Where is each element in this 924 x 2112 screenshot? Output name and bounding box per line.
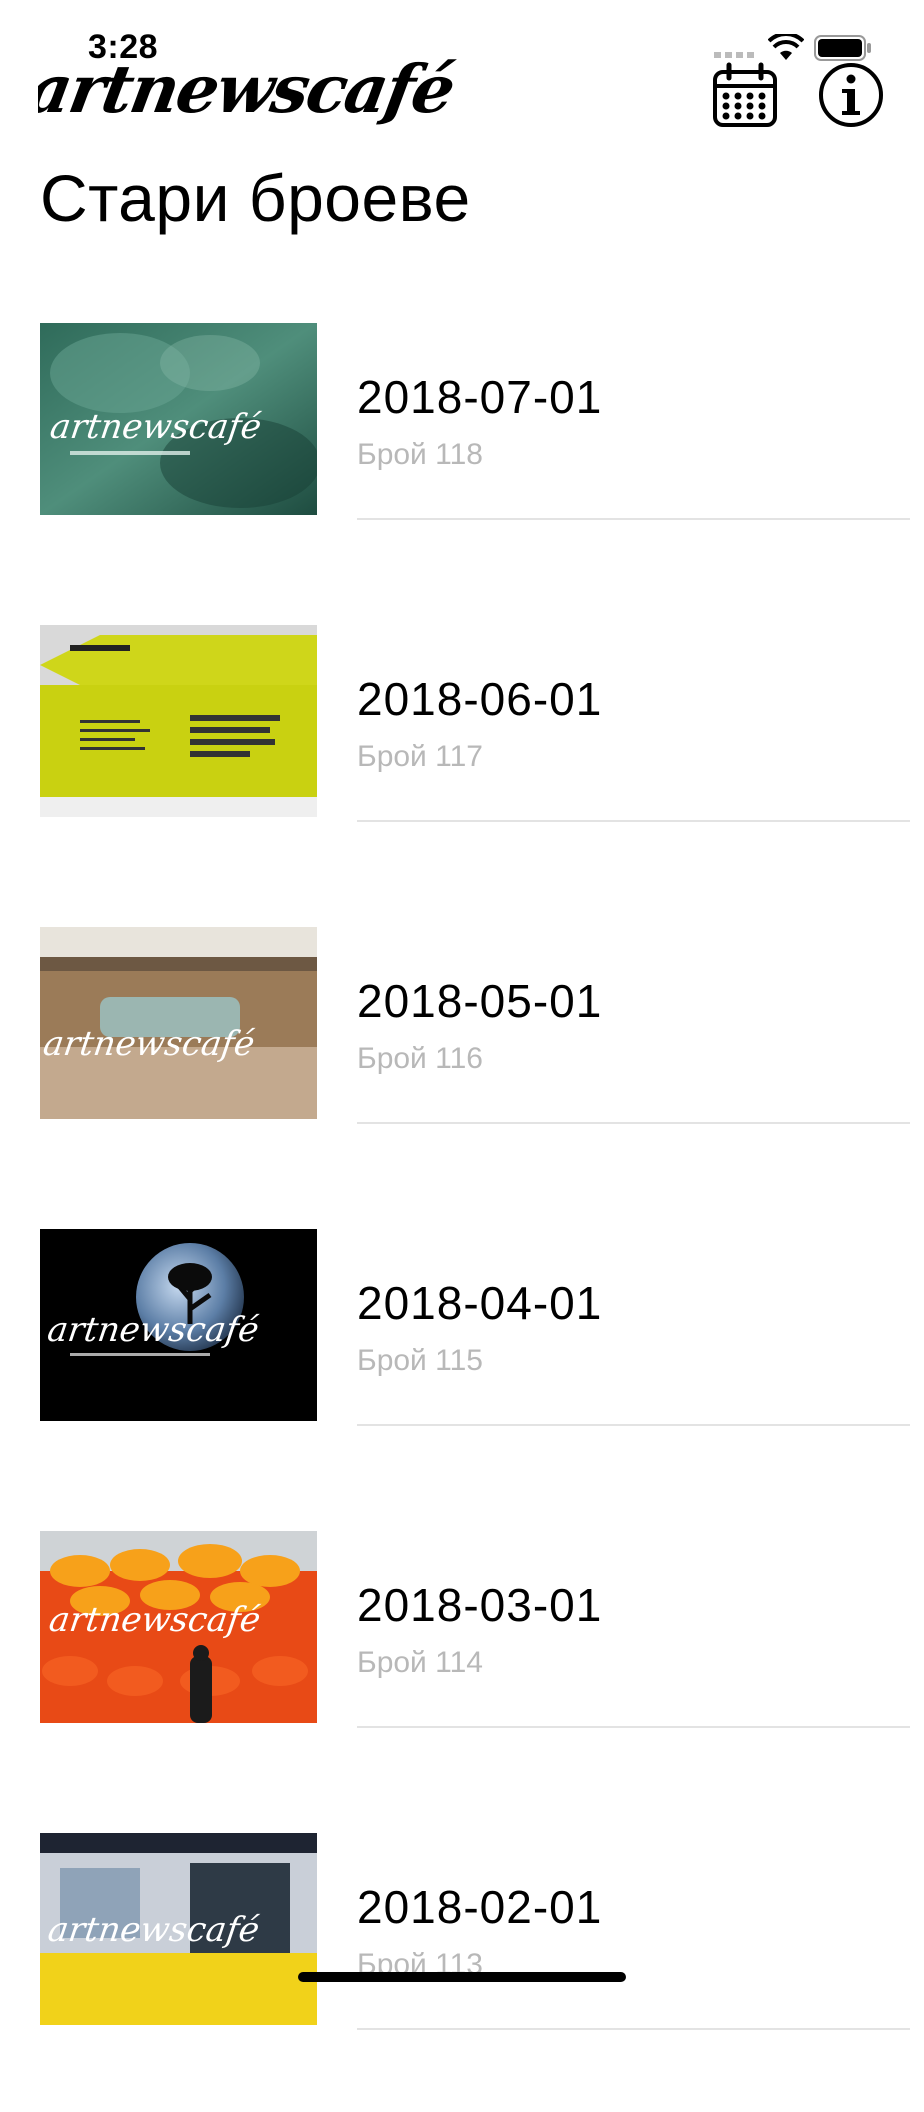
cover-thumbnail: artnewscafé	[40, 1531, 317, 1723]
home-indicator[interactable]	[298, 1972, 626, 1982]
list-item[interactable]: artnewscafé 2018-02-01 Брой 113	[0, 1810, 924, 2112]
issue-date: 2018-05-01	[357, 975, 603, 1027]
wifi-icon	[768, 34, 804, 60]
divider	[357, 1424, 910, 1426]
issue-number: Брой 117	[357, 740, 483, 773]
cover-thumbnail: artnewscafé	[40, 323, 317, 515]
divider	[357, 518, 910, 520]
cover-thumbnail: artnewscafé	[40, 1229, 317, 1421]
cover-thumbnail	[40, 625, 317, 817]
svg-text:artnewscafé: artnewscafé	[48, 407, 264, 447]
header-actions	[712, 62, 884, 128]
svg-text:artnewscafé: artnewscafé	[46, 1910, 262, 1950]
cover-thumbnail: artnewscafé	[40, 1833, 317, 2025]
issue-number: Брой 116	[357, 1042, 483, 1075]
calendar-icon[interactable]	[712, 62, 778, 128]
list-item[interactable]: 2018-06-01 Брой 117	[0, 602, 924, 904]
svg-text:artnewscafé: artnewscafé	[45, 1310, 261, 1350]
issues-list: artnewscafé 2018-07-01 Брой 118 2018-06-…	[0, 300, 924, 2112]
issue-date: 2018-06-01	[357, 673, 603, 725]
info-icon[interactable]	[818, 62, 884, 128]
svg-text:artnewscafé: artnewscafé	[41, 1024, 257, 1064]
list-item[interactable]: artnewscafé 2018-07-01 Брой 118	[0, 300, 924, 602]
issue-date: 2018-07-01	[357, 371, 603, 423]
svg-text:artnewscafé: artnewscafé	[47, 1600, 263, 1640]
cover-thumbnail: artnewscafé	[40, 927, 317, 1119]
divider	[357, 1726, 910, 1728]
signal-icon	[714, 52, 754, 58]
page-title: Стари броеве	[40, 161, 471, 235]
app-logo: artnewscafé	[23, 40, 508, 150]
list-item[interactable]: artnewscafé 2018-03-01 Брой 114	[0, 1508, 924, 1810]
battery-icon	[814, 35, 871, 61]
logo-text: artnewscafé	[38, 50, 459, 127]
list-item[interactable]: artnewscafé 2018-04-01 Брой 115	[0, 1206, 924, 1508]
divider	[357, 2028, 910, 2030]
issue-number: Брой 115	[357, 1344, 483, 1377]
issue-date: 2018-03-01	[357, 1579, 603, 1631]
list-item[interactable]: artnewscafé 2018-05-01 Брой 116	[0, 904, 924, 1206]
status-icons	[714, 34, 872, 62]
issue-date: 2018-02-01	[357, 1881, 603, 1933]
issue-number: Брой 114	[357, 1646, 483, 1679]
issue-number: Брой 118	[357, 438, 483, 471]
divider	[357, 820, 910, 822]
issue-date: 2018-04-01	[357, 1277, 603, 1329]
divider	[357, 1122, 910, 1124]
